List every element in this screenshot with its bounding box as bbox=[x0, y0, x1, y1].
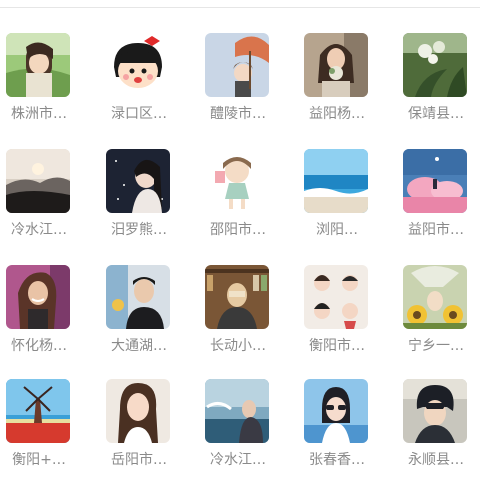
contact-item[interactable]: 宁乡一… bbox=[397, 265, 480, 375]
contact-item[interactable]: 浏阳… bbox=[298, 149, 394, 259]
contact-item[interactable]: 汨罗熊… bbox=[100, 149, 196, 259]
contact-item[interactable]: 衡阳市… bbox=[298, 265, 394, 375]
contact-name: 衡阳市… bbox=[309, 338, 365, 354]
contact-name: 渌口区… bbox=[111, 106, 167, 122]
contact-item[interactable]: 邵阳市… bbox=[199, 149, 295, 259]
contact-name: 株洲市… bbox=[11, 106, 67, 122]
sunset-hills-avatar bbox=[6, 149, 70, 213]
contact-item[interactable]: 衡阳+… bbox=[0, 379, 96, 489]
contact-name: 益阳市… bbox=[408, 222, 464, 238]
pink-cloud-avatar bbox=[403, 149, 467, 213]
windmill-tulips-avatar bbox=[6, 379, 70, 443]
bookshelf-girl-avatar bbox=[205, 265, 269, 329]
contact-name: 怀化杨… bbox=[11, 338, 67, 354]
contact-name: 张春香… bbox=[309, 452, 365, 468]
anime-boy-avatar bbox=[6, 33, 70, 97]
sunflower-avatar bbox=[403, 265, 467, 329]
contact-name: 醴陵市… bbox=[210, 106, 266, 122]
contact-item[interactable]: 永顺县… bbox=[397, 379, 480, 489]
contact-item[interactable]: 株洲市… bbox=[0, 33, 96, 143]
cartoon-girl-avatar bbox=[106, 33, 170, 97]
chibi-girl-avatar bbox=[205, 149, 269, 213]
contact-name: 永顺县… bbox=[408, 452, 464, 468]
girl-umbrella-avatar bbox=[205, 33, 269, 97]
ocean-beach-avatar bbox=[304, 149, 368, 213]
white-flowers-avatar bbox=[403, 33, 467, 97]
contact-item[interactable]: 张春香… bbox=[298, 379, 394, 489]
long-hair-girl-avatar bbox=[106, 379, 170, 443]
anime-young-man-avatar bbox=[403, 379, 467, 443]
contact-item[interactable]: 岳阳市… bbox=[100, 379, 196, 489]
contact-name: 大通湖… bbox=[111, 338, 167, 354]
contact-name: 长动小… bbox=[210, 338, 266, 354]
contact-name: 宁乡一… bbox=[408, 338, 464, 354]
contact-name: 保靖县… bbox=[408, 106, 464, 122]
young-man-avatar bbox=[106, 265, 170, 329]
contact-item[interactable]: 渌口区… bbox=[100, 33, 196, 143]
contact-name: 衡阳+… bbox=[12, 452, 66, 468]
smiling-woman-avatar bbox=[6, 265, 70, 329]
woman-sunglasses-avatar bbox=[304, 379, 368, 443]
contact-name: 益阳杨… bbox=[309, 106, 365, 122]
contact-item[interactable]: 大通湖… bbox=[100, 265, 196, 375]
contact-item[interactable]: 益阳市… bbox=[397, 149, 480, 259]
seaside-woman-avatar bbox=[205, 379, 269, 443]
couple-sketch-avatar bbox=[304, 265, 368, 329]
contact-name: 汨罗熊… bbox=[111, 222, 167, 238]
contact-item[interactable]: 保靖县… bbox=[397, 33, 480, 143]
contact-name: 岳阳市… bbox=[111, 452, 167, 468]
contact-grid: 株洲市… 渌口区… 醴陵市… 益阳杨… 保靖县… 冷水江… 汨罗熊… 邵阳市… … bbox=[0, 0, 480, 480]
contact-item[interactable]: 长动小… bbox=[199, 265, 295, 375]
contact-item[interactable]: 醴陵市… bbox=[199, 33, 295, 143]
woman-flowers-avatar bbox=[304, 33, 368, 97]
contact-name: 冷水江… bbox=[11, 222, 67, 238]
contact-name: 浏阳… bbox=[316, 222, 358, 238]
contact-item[interactable]: 冷水江… bbox=[0, 149, 96, 259]
contact-name: 邵阳市… bbox=[210, 222, 266, 238]
contact-item[interactable]: 怀化杨… bbox=[0, 265, 96, 375]
contact-item[interactable]: 冷水江… bbox=[199, 379, 295, 489]
night-girl-avatar bbox=[106, 149, 170, 213]
contact-item[interactable]: 益阳杨… bbox=[298, 33, 394, 143]
contact-name: 冷水江… bbox=[210, 452, 266, 468]
